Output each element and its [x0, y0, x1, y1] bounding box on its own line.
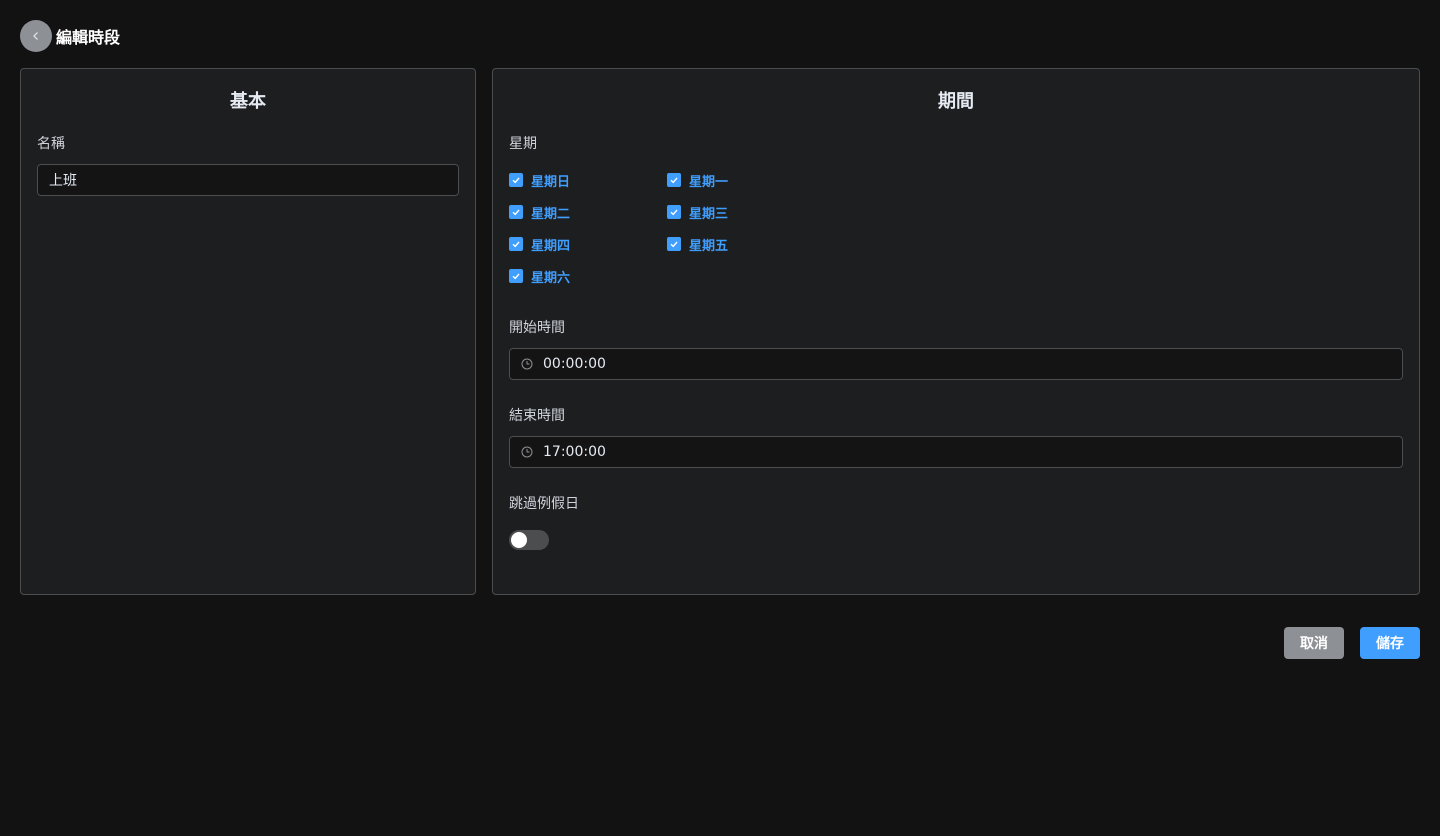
switch-knob	[511, 532, 527, 548]
checkbox-tuesday[interactable]: 星期二	[509, 202, 570, 222]
start-time-picker[interactable]	[509, 348, 1403, 380]
checkbox-box	[509, 173, 523, 187]
checkbox-label: 星期六	[531, 270, 571, 286]
check-icon	[512, 209, 520, 216]
check-icon	[670, 209, 678, 216]
start-time-label: 開始時間	[509, 320, 565, 336]
cancel-button[interactable]: 取消	[1284, 627, 1344, 659]
checkbox-label: 星期四	[531, 238, 571, 254]
weekday-label: 星期	[509, 136, 537, 152]
checkbox-box	[509, 205, 523, 219]
page-header: 編輯時段	[20, 20, 120, 52]
end-time-input[interactable]	[543, 444, 1391, 460]
checkbox-sunday[interactable]: 星期日	[509, 170, 570, 190]
checkbox-thursday[interactable]: 星期四	[509, 234, 570, 254]
checkbox-box	[667, 237, 681, 251]
checkbox-saturday[interactable]: 星期六	[509, 266, 570, 286]
checkbox-label: 星期三	[689, 206, 729, 222]
check-icon	[512, 177, 520, 184]
end-time-label: 結束時間	[509, 408, 565, 424]
check-icon	[670, 241, 678, 248]
checkbox-label: 星期二	[531, 206, 571, 222]
checkbox-box	[667, 205, 681, 219]
save-button[interactable]: 儲存	[1360, 627, 1420, 659]
checkbox-friday[interactable]: 星期五	[667, 234, 728, 254]
checkbox-label: 星期日	[531, 174, 571, 190]
checkbox-label: 星期五	[689, 238, 729, 254]
check-icon	[512, 241, 520, 248]
checkbox-wednesday[interactable]: 星期三	[667, 202, 728, 222]
check-icon	[670, 177, 678, 184]
clock-icon	[521, 358, 533, 370]
skip-holiday-label: 跳過例假日	[509, 496, 579, 512]
basic-card: 基本 名稱	[20, 68, 476, 595]
checkbox-label: 星期一	[689, 174, 729, 190]
name-input[interactable]	[37, 164, 459, 196]
period-card: 期間 星期 星期日 星期一 星期二 星期三 星期四 星期五 星期六 開始時間 結…	[492, 68, 1420, 595]
checkbox-box	[509, 269, 523, 283]
checkbox-monday[interactable]: 星期一	[667, 170, 728, 190]
checkbox-box	[667, 173, 681, 187]
chevron-left-icon	[33, 32, 38, 40]
name-label: 名稱	[37, 136, 65, 152]
checkbox-box	[509, 237, 523, 251]
check-icon	[512, 273, 520, 280]
skip-holiday-switch[interactable]	[509, 530, 549, 550]
clock-icon	[521, 446, 533, 458]
basic-card-title: 基本	[230, 91, 266, 112]
end-time-picker[interactable]	[509, 436, 1403, 468]
start-time-input[interactable]	[543, 356, 1391, 372]
period-card-title: 期間	[938, 91, 974, 112]
page-title: 編輯時段	[56, 28, 121, 47]
back-button[interactable]	[20, 20, 52, 52]
